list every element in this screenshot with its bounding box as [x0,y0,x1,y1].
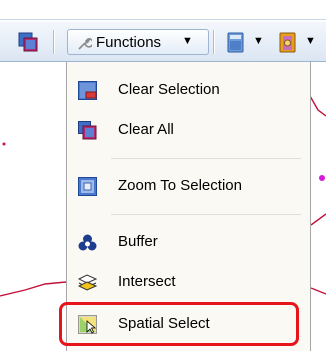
clear-selection-icon [78,81,97,100]
toolbar: Functions ▼ ▼ ▼ [0,22,326,62]
window-top-edge [0,0,326,20]
menu-item-label: Clear Selection [118,81,220,98]
map-road-line [309,95,326,117]
toolbar-separator [53,30,55,54]
functions-menu-button[interactable]: Functions ▼ [67,29,209,55]
chevron-down-icon[interactable]: ▼ [305,35,316,47]
selection-layers-icon[interactable] [18,32,38,52]
menu-item-label: Zoom To Selection [118,177,242,194]
map-point [319,175,325,181]
menu-separator [111,158,301,159]
menu-item-intersect[interactable]: Intersect [67,262,310,302]
toolbar-separator [213,30,215,54]
menu-separator [111,214,301,215]
intersect-icon [78,274,97,291]
buffer-icon [78,234,97,251]
clear-all-icon [78,121,97,140]
menu-item-buffer[interactable]: Buffer [67,222,310,262]
functions-label: Functions [96,34,162,51]
map-road-line [310,287,326,295]
menu-item-label: Clear All [118,121,174,138]
menu-item-zoom-to-selection[interactable]: Zoom To Selection [67,166,310,206]
map-road-line [0,281,67,297]
document-icon[interactable] [226,32,246,53]
menu-item-clear-all[interactable]: Clear All [67,110,310,150]
report-icon[interactable] [278,32,298,53]
wrench-icon [78,37,92,50]
highlight-box [59,302,299,346]
zoom-to-selection-icon [78,177,97,196]
menu-item-label: Intersect [118,273,176,290]
map-road-line [310,213,326,226]
chevron-down-icon: ▼ [182,35,193,47]
map-point [2,142,6,146]
menu-item-clear-selection[interactable]: Clear Selection [67,70,310,110]
chevron-down-icon[interactable]: ▼ [253,35,264,47]
menu-item-label: Buffer [118,233,158,250]
